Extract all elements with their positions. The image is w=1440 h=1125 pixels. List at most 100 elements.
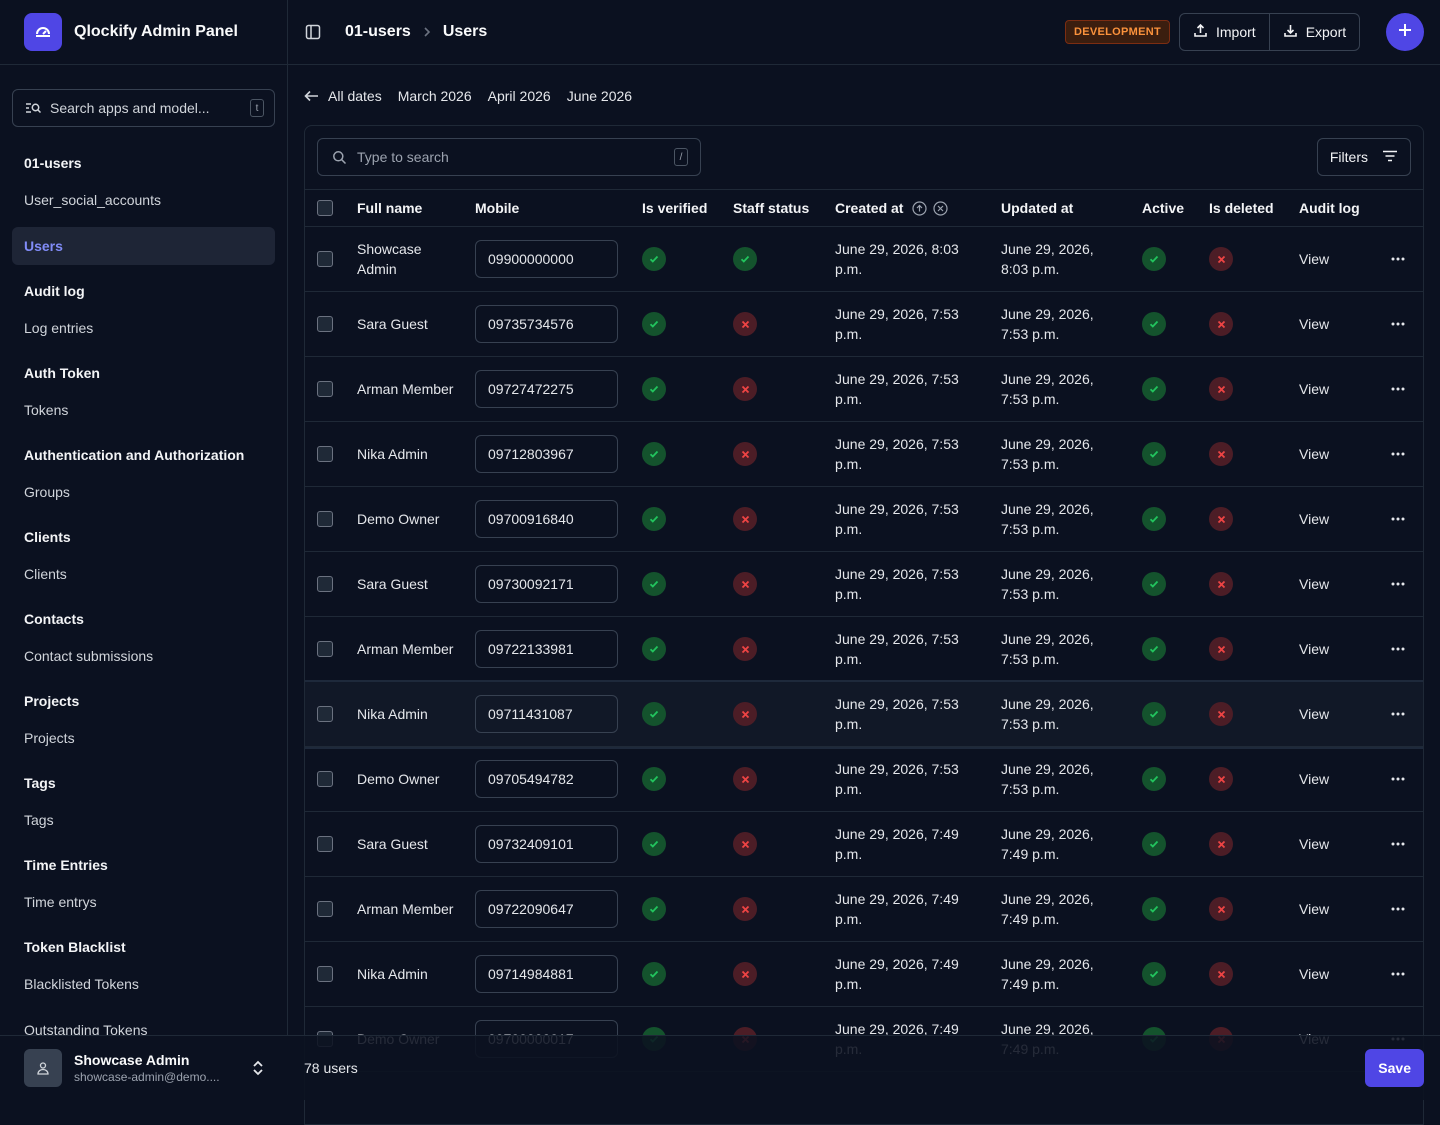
- audit-log-view-link[interactable]: View: [1299, 552, 1329, 616]
- more-actions-icon[interactable]: [1391, 422, 1405, 486]
- mobile-field[interactable]: 09722090647: [475, 890, 618, 928]
- sidebar-item[interactable]: User_social_accounts: [12, 181, 275, 219]
- row-checkbox[interactable]: [317, 251, 333, 267]
- audit-log-view-link[interactable]: View: [1299, 422, 1329, 486]
- table-row[interactable]: Nika Admin 09714984881 June 29, 2026, 7:49…: [305, 942, 1423, 1007]
- audit-log-view-link[interactable]: View: [1299, 292, 1329, 356]
- full-name-cell[interactable]: Nika Admin: [357, 422, 457, 486]
- audit-log-view-link[interactable]: View: [1299, 682, 1329, 746]
- more-actions-icon[interactable]: [1391, 552, 1405, 616]
- more-actions-icon[interactable]: [1391, 942, 1405, 1006]
- sidebar-search-input[interactable]: Search apps and model... t: [12, 89, 275, 127]
- full-name-cell[interactable]: Nika Admin: [357, 682, 457, 746]
- row-checkbox[interactable]: [317, 966, 333, 982]
- more-actions-icon[interactable]: [1391, 682, 1405, 746]
- table-row[interactable]: Arman Member 09727472275 June 29, 2026, 7:…: [305, 357, 1423, 422]
- more-actions-icon[interactable]: [1391, 292, 1405, 356]
- mobile-field[interactable]: 09705494782: [475, 760, 618, 798]
- full-name-cell[interactable]: Arman Member: [357, 617, 457, 681]
- more-actions-icon[interactable]: [1391, 877, 1405, 941]
- table-row[interactable]: Showcase Admin 09900000000 June 29, 2026, …: [305, 227, 1423, 292]
- remove-sort-icon[interactable]: [933, 200, 949, 216]
- sidebar-item[interactable]: Blacklisted Tokens: [12, 965, 275, 1003]
- col-header-updated-at[interactable]: Updated at: [1001, 190, 1073, 226]
- more-actions-icon[interactable]: [1391, 227, 1405, 291]
- full-name-cell[interactable]: Arman Member: [357, 357, 457, 421]
- table-row[interactable]: Nika Admin 09712803967 June 29, 2026, 7:53…: [305, 422, 1423, 487]
- col-header-created-at[interactable]: Created at: [835, 200, 903, 216]
- full-name-cell[interactable]: Arman Member: [357, 877, 457, 941]
- sidebar-item[interactable]: Users: [12, 227, 275, 265]
- col-header-is-deleted[interactable]: Is deleted: [1209, 190, 1274, 226]
- user-menu[interactable]: Showcase Admin showcase-admin@demo....: [0, 1035, 288, 1100]
- row-checkbox[interactable]: [317, 381, 333, 397]
- mobile-field[interactable]: 09714984881: [475, 955, 618, 993]
- row-checkbox[interactable]: [317, 576, 333, 592]
- col-header-active[interactable]: Active: [1142, 190, 1184, 226]
- table-row[interactable]: Sara Guest 09730092171 June 29, 2026, 7:53…: [305, 552, 1423, 617]
- sidebar-item[interactable]: Groups: [12, 473, 275, 511]
- more-actions-icon[interactable]: [1391, 357, 1405, 421]
- mobile-field[interactable]: 09700916840: [475, 500, 618, 538]
- row-checkbox[interactable]: [317, 771, 333, 787]
- more-actions-icon[interactable]: [1391, 617, 1405, 681]
- audit-log-view-link[interactable]: View: [1299, 487, 1329, 551]
- row-checkbox[interactable]: [317, 511, 333, 527]
- sidebar-item[interactable]: Time entrys: [12, 883, 275, 921]
- export-button[interactable]: Export: [1268, 14, 1359, 50]
- table-row[interactable]: Demo Owner 09705494782 June 29, 2026, 7:53…: [305, 747, 1423, 812]
- col-header-staff-status[interactable]: Staff status: [733, 190, 809, 226]
- arrow-left-icon[interactable]: [304, 89, 320, 103]
- row-checkbox[interactable]: [317, 316, 333, 332]
- col-header-full-name[interactable]: Full name: [357, 190, 422, 226]
- mobile-field[interactable]: 09727472275: [475, 370, 618, 408]
- table-search-input[interactable]: Type to search /: [317, 138, 701, 176]
- audit-log-view-link[interactable]: View: [1299, 357, 1329, 421]
- sidebar-item[interactable]: Log entries: [12, 309, 275, 347]
- table-row[interactable]: Demo Owner 09700916840 June 29, 2026, 7:53…: [305, 487, 1423, 552]
- row-checkbox[interactable]: [317, 901, 333, 917]
- table-row[interactable]: Sara Guest 09735734576 June 29, 2026, 7:53…: [305, 292, 1423, 357]
- date-option[interactable]: June 2026: [567, 88, 632, 104]
- audit-log-view-link[interactable]: View: [1299, 747, 1329, 811]
- full-name-cell[interactable]: Demo Owner: [357, 747, 457, 811]
- sidebar-toggle-icon[interactable]: [305, 24, 321, 40]
- mobile-field[interactable]: 09735734576: [475, 305, 618, 343]
- mobile-field[interactable]: 09900000000: [475, 240, 618, 278]
- table-row[interactable]: Arman Member 09722133981 June 29, 2026, 7:…: [305, 617, 1423, 682]
- sidebar-item[interactable]: Tokens: [12, 391, 275, 429]
- sidebar-item[interactable]: Contact submissions: [12, 637, 275, 675]
- date-all[interactable]: All dates: [328, 88, 382, 104]
- mobile-field[interactable]: 09711431087: [475, 695, 618, 733]
- full-name-cell[interactable]: Sara Guest: [357, 552, 457, 616]
- sidebar-item[interactable]: Projects: [12, 719, 275, 757]
- row-checkbox[interactable]: [317, 641, 333, 657]
- row-checkbox[interactable]: [317, 836, 333, 852]
- import-button[interactable]: Import: [1180, 14, 1269, 50]
- col-header-is-verified[interactable]: Is verified: [642, 190, 707, 226]
- more-actions-icon[interactable]: [1391, 487, 1405, 551]
- mobile-field[interactable]: 09712803967: [475, 435, 618, 473]
- sort-ascending-icon[interactable]: [912, 200, 928, 216]
- full-name-cell[interactable]: Nika Admin: [357, 942, 457, 1006]
- full-name-cell[interactable]: Demo Owner: [357, 487, 457, 551]
- more-actions-icon[interactable]: [1391, 747, 1405, 811]
- filters-button[interactable]: Filters: [1316, 138, 1411, 176]
- date-option[interactable]: March 2026: [398, 88, 472, 104]
- col-header-mobile[interactable]: Mobile: [475, 190, 519, 226]
- table-row[interactable]: Sara Guest 09732409101 June 29, 2026, 7:49…: [305, 812, 1423, 877]
- mobile-field[interactable]: 09732409101: [475, 825, 618, 863]
- row-checkbox[interactable]: [317, 706, 333, 722]
- mobile-field[interactable]: 09730092171: [475, 565, 618, 603]
- full-name-cell[interactable]: Sara Guest: [357, 812, 457, 876]
- audit-log-view-link[interactable]: View: [1299, 942, 1329, 1006]
- row-checkbox[interactable]: [317, 446, 333, 462]
- sidebar-item[interactable]: Tags: [12, 801, 275, 839]
- full-name-cell[interactable]: Sara Guest: [357, 292, 457, 356]
- sidebar-item[interactable]: Clients: [12, 555, 275, 593]
- select-all-checkbox[interactable]: [317, 200, 333, 216]
- chevron-up-down-icon[interactable]: [252, 1059, 264, 1082]
- table-row[interactable]: Nika Admin 09711431087 June 29, 2026, 7:53…: [305, 682, 1423, 747]
- add-button[interactable]: [1386, 13, 1424, 51]
- full-name-cell[interactable]: Showcase Admin: [357, 227, 457, 291]
